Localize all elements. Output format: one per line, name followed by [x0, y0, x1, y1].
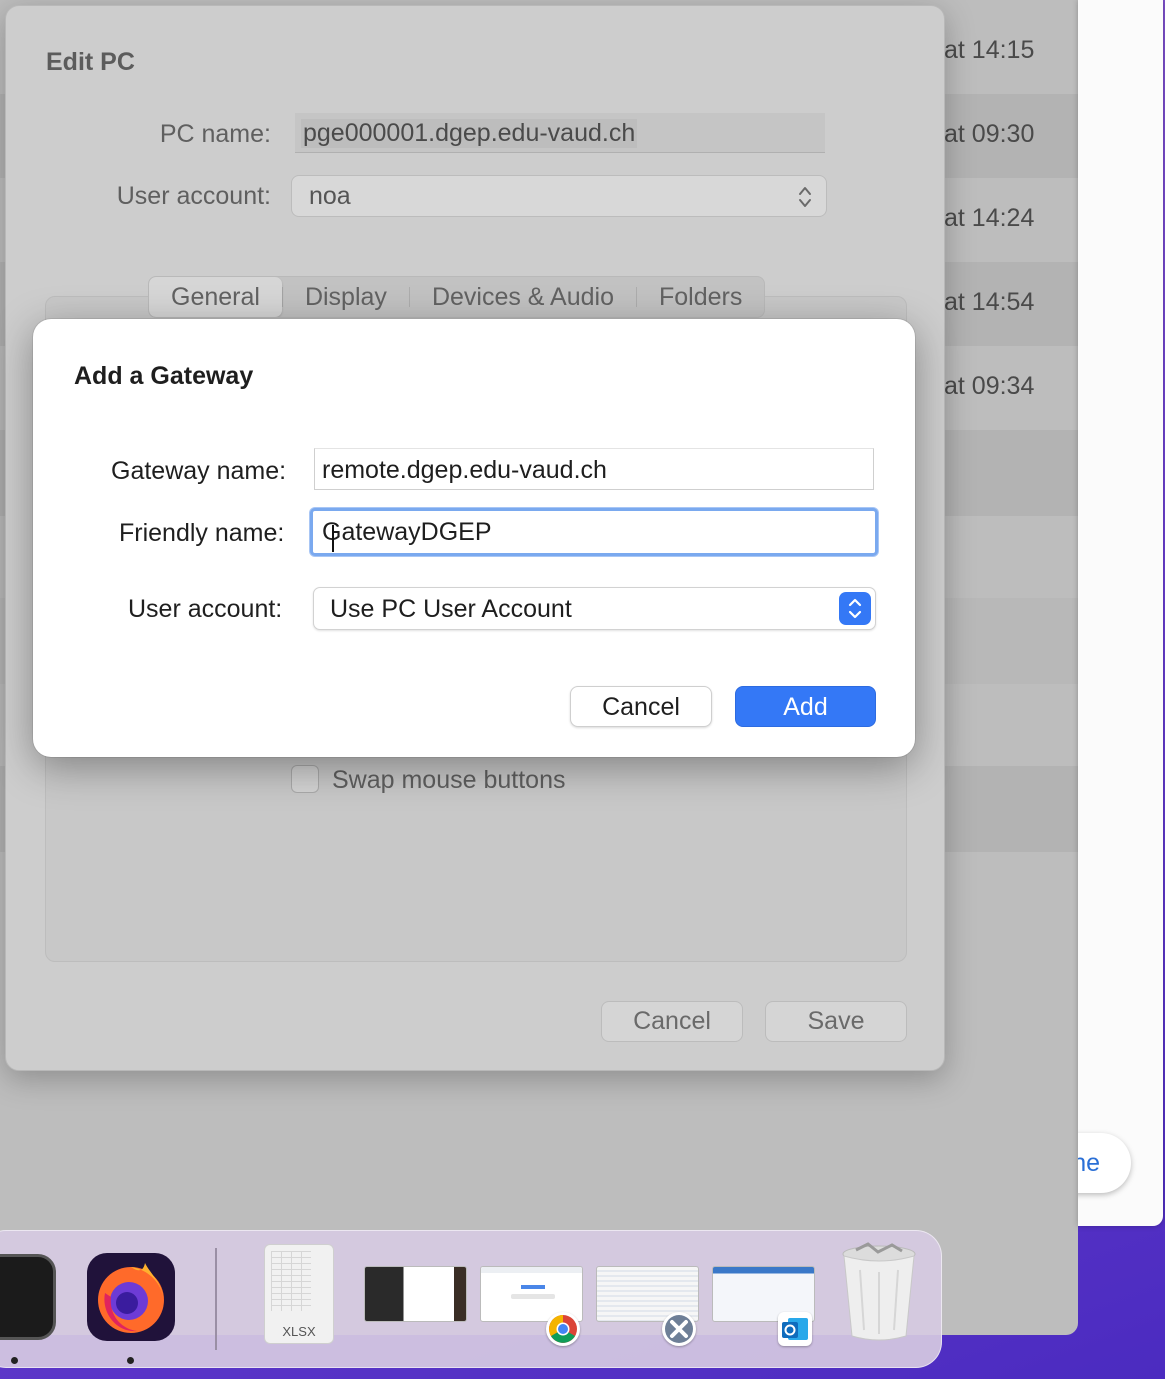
pc-name-value: pge000001.dgep.edu-vaud.ch — [301, 119, 638, 148]
gateway-name-value: remote.dgep.edu-vaud.ch — [322, 456, 607, 484]
dialog-add-button[interactable]: Add — [735, 686, 876, 727]
user-account-label: User account: — [116, 182, 271, 210]
list-item-timestamp: at 09:30 — [944, 120, 1035, 148]
swap-mouse-checkbox[interactable] — [291, 765, 319, 793]
text-caret — [332, 525, 334, 552]
pc-name-field[interactable]: pge000001.dgep.edu-vaud.ch — [295, 113, 825, 153]
tab-bar: General Display Devices & Audio Folders — [148, 276, 766, 318]
user-account-value: noa — [309, 182, 351, 210]
adm-icon — [662, 1312, 696, 1346]
list-item-timestamp: at 14:54 — [944, 288, 1035, 316]
spreadsheet-grid-graphic — [271, 1251, 311, 1311]
dialog-user-account-label: User account: — [128, 595, 283, 623]
dialog-user-account-value: Use PC User Account — [330, 595, 572, 623]
edit-pc-title: Edit PC — [46, 48, 135, 76]
user-account-select[interactable]: noa — [291, 175, 827, 217]
right-panel-clip: ne — [1078, 0, 1165, 1379]
right-panel-button-label: ne — [1078, 1149, 1100, 1177]
right-panel-button[interactable]: ne — [1078, 1133, 1131, 1193]
select-stepper — [839, 592, 871, 625]
adm-logo-icon — [665, 1315, 693, 1343]
friendly-name-label: Friendly name: — [119, 519, 285, 547]
firefox-icon[interactable] — [87, 1253, 175, 1341]
dialog-cancel-button[interactable]: Cancel — [570, 686, 712, 727]
chevron-updown-icon — [848, 598, 862, 619]
friendly-name-value-wrap: GatewayDGEP — [322, 518, 492, 552]
gateway-name-field[interactable]: remote.dgep.edu-vaud.ch — [314, 448, 874, 490]
running-indicator — [127, 1357, 134, 1364]
trash-can-icon — [842, 1242, 916, 1341]
tab-display[interactable]: Display — [283, 277, 409, 317]
dock-divider — [215, 1248, 217, 1350]
list-item-timestamp: at 14:24 — [944, 204, 1035, 232]
list-item-timestamp: at 09:34 — [944, 372, 1035, 400]
outlook-logo-icon — [782, 1318, 808, 1340]
xlsx-file-icon[interactable]: XLSX — [264, 1244, 334, 1344]
tab-folders[interactable]: Folders — [637, 277, 764, 317]
gateway-name-label: Gateway name: — [111, 457, 287, 485]
tab-devices-audio[interactable]: Devices & Audio — [410, 277, 636, 317]
window-thumbnail[interactable] — [364, 1266, 467, 1322]
chevron-updown-icon — [799, 187, 811, 207]
firefox-logo-icon — [98, 1263, 164, 1333]
chrome-logo-icon — [549, 1315, 577, 1343]
dialog-title: Add a Gateway — [74, 362, 254, 390]
outlook-icon — [778, 1312, 812, 1346]
edit-pc-save-button[interactable]: Save — [765, 1001, 907, 1042]
tab-general[interactable]: General — [149, 277, 282, 317]
xlsx-label: XLSX — [282, 1324, 316, 1339]
dialog-user-account-select[interactable]: Use PC User Account — [313, 587, 876, 630]
swap-mouse-label: Swap mouse buttons — [332, 766, 566, 794]
edit-pc-cancel-button[interactable]: Cancel — [601, 1001, 743, 1042]
trash-icon[interactable] — [838, 1242, 920, 1344]
pc-name-label: PC name: — [159, 120, 271, 148]
friendly-name-value: GatewayDGEP — [322, 518, 492, 546]
add-gateway-dialog: Add a Gateway Gateway name: remote.dgep.… — [33, 319, 915, 757]
terminal-icon[interactable]: _ — [0, 1254, 56, 1340]
friendly-name-field[interactable]: GatewayDGEP — [310, 508, 878, 556]
running-indicator — [11, 1357, 18, 1364]
list-item-timestamp: at 14:15 — [944, 36, 1035, 64]
chrome-icon — [546, 1312, 580, 1346]
